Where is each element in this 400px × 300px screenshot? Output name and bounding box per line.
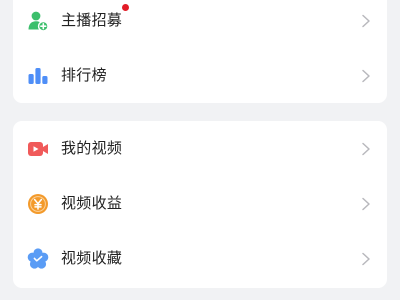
menu-item-label: 我的视频 [61, 139, 123, 157]
person-add-icon [27, 10, 49, 32]
menu-item-leaderboard[interactable]: 排行榜 [13, 50, 387, 100]
menu-item-my-videos[interactable]: 我的视频 [13, 123, 387, 173]
menu-item-video-earnings[interactable]: 视频收益 [13, 178, 387, 228]
bar-chart-icon [27, 65, 49, 87]
chevron-right-icon [362, 197, 370, 211]
menu-item-label: 排行榜 [61, 66, 107, 84]
chevron-right-icon [362, 14, 370, 28]
menu-card-top: 主播招募 排行榜 [13, 0, 387, 103]
menu-item-label: 视频收益 [61, 194, 123, 212]
settings-page: 主播招募 排行榜 我的视频 视频收益 视频收藏 [0, 0, 400, 300]
menu-card-video: 我的视频 视频收益 视频收藏 [13, 121, 387, 288]
menu-item-video-favorites[interactable]: 视频收藏 [13, 233, 387, 283]
chevron-right-icon [362, 142, 370, 156]
chevron-right-icon [362, 69, 370, 83]
yuan-coin-icon [27, 193, 49, 215]
chevron-right-icon [362, 252, 370, 266]
menu-item-label: 视频收藏 [61, 249, 123, 267]
menu-item-anchor-recruit[interactable]: 主播招募 [13, 0, 387, 45]
video-camera-icon [27, 138, 49, 160]
flower-star-icon [27, 248, 49, 270]
notification-dot [122, 4, 130, 11]
menu-item-label: 主播招募 [61, 4, 130, 30]
